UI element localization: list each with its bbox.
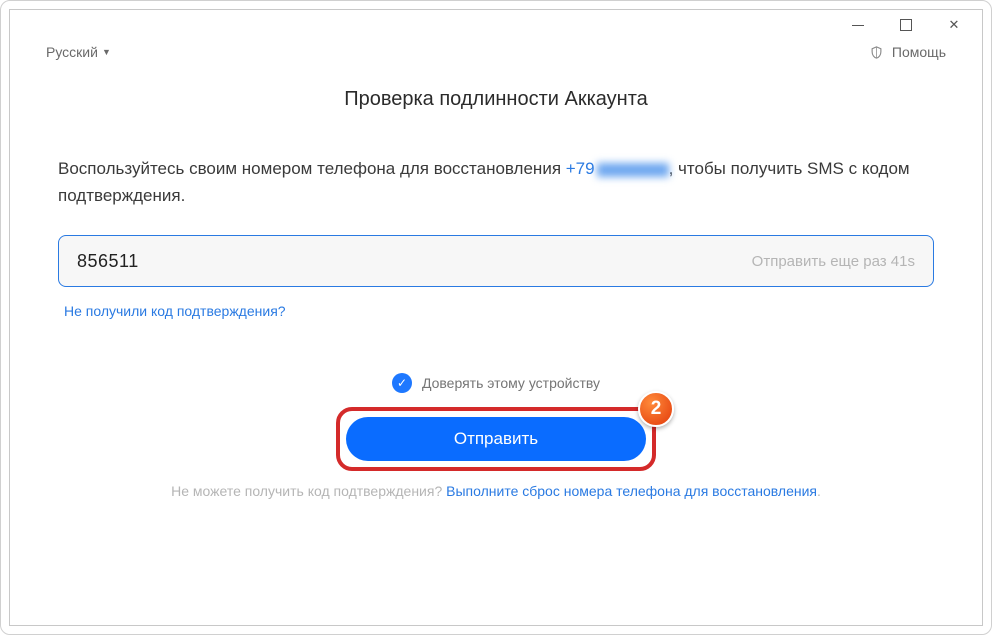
checkmark-icon: ✓	[392, 373, 412, 393]
help-label: Помощь	[892, 44, 946, 60]
instruction-text: Воспользуйтесь своим номером телефона дл…	[58, 155, 934, 209]
app-window: Русский ▼ Помощь Проверка подлинности Ак…	[9, 9, 983, 626]
phone-blur	[597, 163, 669, 177]
chevron-down-icon: ▼	[102, 47, 111, 57]
minimize-button[interactable]	[838, 13, 878, 37]
language-label: Русский	[46, 44, 98, 60]
page-title: Проверка подлинности Аккаунта	[344, 88, 648, 111]
submit-button[interactable]: Отправить	[346, 417, 646, 461]
reset-phone-link[interactable]: Выполните сброс номера телефона для восс…	[446, 483, 817, 499]
submit-button-label: Отправить	[454, 429, 538, 449]
recovery-phone: +79	[566, 159, 595, 178]
reset-dot: .	[817, 483, 821, 499]
maximize-button[interactable]	[886, 13, 926, 37]
language-selector[interactable]: Русский ▼	[46, 44, 111, 60]
resend-countdown: Отправить еще раз 41s	[752, 253, 915, 270]
reset-phone-row: Не можете получить код подтверждения? Вы…	[171, 483, 821, 499]
submit-wrapper: Отправить 2	[336, 407, 656, 471]
window-titlebar	[10, 10, 982, 40]
reset-prompt: Не можете получить код подтверждения?	[171, 483, 446, 499]
instruction-pre: Воспользуйтесь своим номером телефона дл…	[58, 159, 566, 178]
verification-code-field[interactable]: Отправить еще раз 41s	[58, 235, 934, 287]
top-bar: Русский ▼ Помощь	[10, 40, 982, 60]
help-link[interactable]: Помощь	[869, 44, 946, 60]
submit-highlight-annotation: Отправить	[336, 407, 656, 471]
verification-code-input[interactable]	[77, 251, 752, 272]
close-button[interactable]	[934, 13, 974, 37]
main-content: Проверка подлинности Аккаунта Воспользуй…	[10, 60, 982, 625]
step-badge: 2	[638, 391, 674, 427]
not-received-link[interactable]: Не получили код подтверждения?	[58, 303, 286, 319]
trust-device-row[interactable]: ✓ Доверять этому устройству	[392, 373, 600, 393]
shield-icon	[869, 45, 884, 60]
trust-device-label: Доверять этому устройству	[422, 375, 600, 391]
